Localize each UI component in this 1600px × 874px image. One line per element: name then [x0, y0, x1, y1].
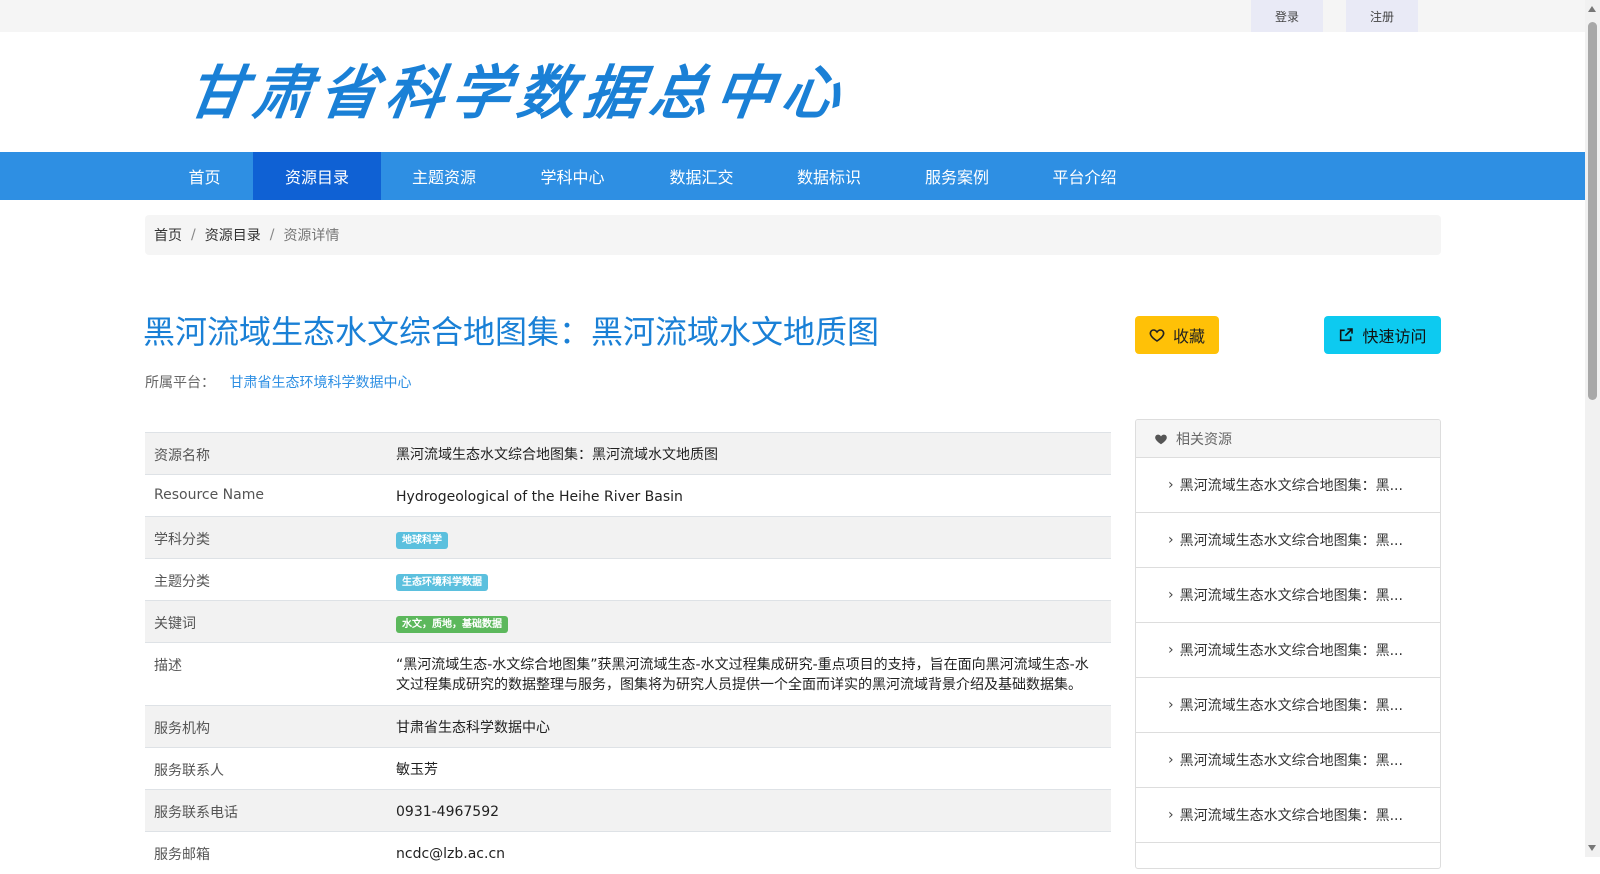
detail-label: 学科分类	[145, 516, 387, 559]
table-row: 描述 “黑河流域生态-水文综合地图集”获黑河流域生态-水文过程集成研究-重点项目…	[145, 642, 1111, 706]
related-resource-label: 黑河流域生态水文综合地图集：黑...	[1179, 753, 1403, 769]
detail-value[interactable]: ncdc@lzb.ac.cn	[387, 831, 1111, 874]
breadcrumb-separator: /	[269, 227, 275, 243]
related-resources-title: 相关资源	[1176, 431, 1232, 448]
detail-label: 关键词	[145, 600, 387, 643]
breadcrumb-current: 资源详情	[283, 228, 340, 244]
resource-details-table: 资源名称 黑河流域生态水文综合地图集：黑河流域水文地质图 Resource Na…	[145, 432, 1111, 874]
detail-value: 地球科学	[387, 516, 1111, 559]
related-resource-label: 黑河流域生态水文综合地图集：黑...	[1179, 698, 1403, 714]
related-resource-label: 黑河流域生态水文综合地图集：黑...	[1179, 478, 1403, 494]
main-nav: 首页 资源目录 主题资源 学科中心 数据汇交 数据标识 服务案例 平台介绍	[0, 152, 1585, 200]
breadcrumb-separator: /	[191, 227, 196, 243]
breadcrumb: 首页 / 资源目录 / 资源详情	[145, 215, 1441, 255]
chevron-right-icon: ›	[1168, 477, 1174, 493]
related-resource-item[interactable]: › 黑河流域生态水文综合地图集：黑...	[1136, 788, 1440, 843]
external-link-icon	[1340, 328, 1354, 342]
platform-info: 所属平台： 甘肃省生态环境科学数据中心	[145, 372, 411, 392]
detail-value: 敏玉芳	[387, 747, 1111, 790]
topic-tag[interactable]: 生态环境科学数据	[396, 574, 488, 591]
site-header: 甘肃省科学数据总中心	[0, 32, 1585, 152]
chevron-right-icon: ›	[1168, 532, 1174, 548]
nav-item-data-submission[interactable]: 数据汇交	[638, 152, 765, 200]
detail-label: Resource Name	[145, 474, 387, 517]
scrollbar-thumb[interactable]	[1588, 22, 1597, 400]
table-row: 关键词 水文，质地，基础数据	[145, 600, 1111, 643]
related-resource-item[interactable]: › 黑河流域生态水文综合地图集：黑...	[1136, 513, 1440, 568]
nav-item-service-cases[interactable]: 服务案例	[893, 152, 1021, 200]
detail-value: 生态环境科学数据	[387, 558, 1111, 601]
related-resources-panel: 相关资源 › 黑河流域生态水文综合地图集：黑... › 黑河流域生态水文综合地图…	[1135, 419, 1441, 869]
favorite-button[interactable]: 收藏	[1135, 316, 1219, 354]
detail-value: 黑河流域生态水文综合地图集：黑河流域水文地质图	[387, 432, 1111, 475]
chevron-right-icon: ›	[1168, 642, 1174, 658]
related-resource-item[interactable]: › 黑河流域生态水文综合地图集：黑...	[1136, 458, 1440, 513]
discipline-tag[interactable]: 地球科学	[396, 532, 448, 549]
detail-value: “黑河流域生态-水文综合地图集”获黑河流域生态-水文过程集成研究-重点项目的支持…	[387, 642, 1111, 706]
nav-item-disciplines[interactable]: 学科中心	[507, 152, 638, 200]
heart-icon	[1149, 329, 1165, 342]
quick-access-button[interactable]: 快速访问	[1324, 316, 1441, 354]
page-title: 黑河流域生态水文综合地图集：黑河流域水文地质图	[143, 313, 880, 351]
table-row: 服务邮箱 ncdc@lzb.ac.cn	[145, 831, 1111, 874]
detail-value: 0931-4967592	[387, 789, 1111, 832]
related-resource-label: 黑河流域生态水文综合地图集：黑...	[1179, 588, 1403, 604]
heart-icon	[1155, 434, 1167, 444]
related-resource-label: 黑河流域生态水文综合地图集：黑...	[1179, 643, 1403, 659]
nav-item-about[interactable]: 平台介绍	[1021, 152, 1148, 200]
detail-label: 主题分类	[145, 558, 387, 601]
detail-label: 服务机构	[145, 705, 387, 748]
detail-label: 描述	[145, 642, 387, 706]
top-bar: 登录 注册	[0, 0, 1585, 32]
nav-item-topics[interactable]: 主题资源	[381, 152, 507, 200]
table-row: 服务联系电话 0931-4967592	[145, 789, 1111, 832]
related-resources-header: 相关资源	[1136, 420, 1440, 458]
keyword-tag[interactable]: 水文，质地，基础数据	[396, 616, 508, 633]
detail-label: 服务联系电话	[145, 789, 387, 832]
site-logo[interactable]: 甘肃省科学数据总中心	[183, 58, 853, 128]
favorite-button-label: 收藏	[1172, 327, 1205, 346]
table-row: 主题分类 生态环境科学数据	[145, 558, 1111, 601]
platform-link[interactable]: 甘肃省生态环境科学数据中心	[229, 375, 411, 391]
table-row: Resource Name Hydrogeological of the Hei…	[145, 474, 1111, 517]
page-scrollbar[interactable]	[1585, 0, 1600, 857]
detail-label: 服务邮箱	[145, 831, 387, 874]
chevron-right-icon: ›	[1168, 697, 1174, 713]
related-resource-item[interactable]: › 黑河流域生态水文综合地图集：黑...	[1136, 678, 1440, 733]
detail-value: Hydrogeological of the Heihe River Basin	[387, 474, 1111, 517]
detail-label: 资源名称	[145, 432, 387, 475]
table-row: 资源名称 黑河流域生态水文综合地图集：黑河流域水文地质图	[145, 432, 1111, 475]
platform-label: 所属平台：	[145, 375, 215, 391]
breadcrumb-home[interactable]: 首页	[154, 225, 182, 245]
detail-label: 服务联系人	[145, 747, 387, 790]
scroll-down-arrow-icon[interactable]	[1588, 845, 1596, 851]
related-resource-item[interactable]: › 黑河流域生态水文综合地图集：黑...	[1136, 733, 1440, 788]
nav-item-catalog[interactable]: 资源目录	[253, 152, 381, 200]
breadcrumb-catalog[interactable]: 资源目录	[205, 225, 261, 245]
table-row: 服务联系人 敏玉芳	[145, 747, 1111, 790]
scroll-up-arrow-icon[interactable]	[1588, 6, 1596, 12]
nav-item-data-identifier[interactable]: 数据标识	[765, 152, 893, 200]
related-resource-item[interactable]: › 黑河流域生态水文综合地图集：黑...	[1136, 623, 1440, 678]
chevron-right-icon: ›	[1168, 752, 1174, 768]
related-resource-label: 黑河流域生态水文综合地图集：黑...	[1179, 808, 1403, 824]
chevron-right-icon: ›	[1168, 587, 1174, 603]
register-button[interactable]: 注册	[1346, 0, 1418, 32]
related-resource-label: 黑河流域生态水文综合地图集：黑...	[1179, 533, 1403, 549]
nav-item-home[interactable]: 首页	[156, 152, 253, 200]
chevron-right-icon: ›	[1168, 807, 1174, 823]
table-row: 服务机构 甘肃省生态科学数据中心	[145, 705, 1111, 748]
detail-value: 水文，质地，基础数据	[387, 600, 1111, 643]
table-row: 学科分类 地球科学	[145, 516, 1111, 559]
related-resource-item[interactable]: › 黑河流域生态水文综合地图集：黑...	[1136, 568, 1440, 623]
login-button[interactable]: 登录	[1251, 0, 1323, 32]
detail-value: 甘肃省生态科学数据中心	[387, 705, 1111, 748]
quick-access-button-label: 快速访问	[1362, 327, 1427, 346]
